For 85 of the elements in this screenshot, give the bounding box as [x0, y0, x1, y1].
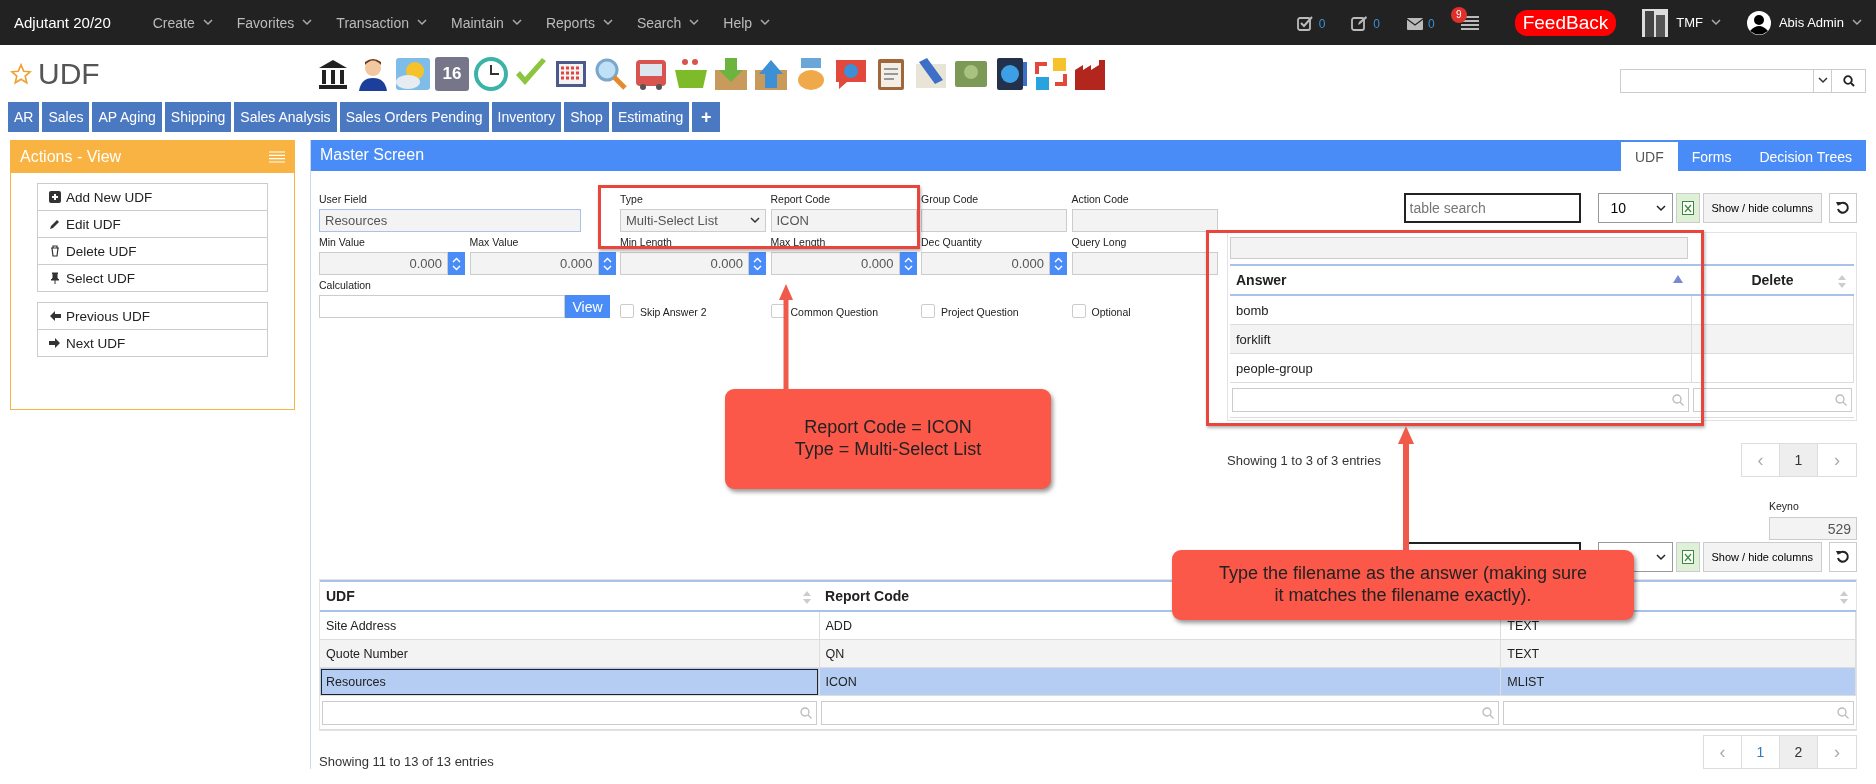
text-field[interactable]: ICON — [770, 209, 917, 232]
counter: 0 — [1428, 16, 1435, 31]
action-button[interactable]: Add New UDF — [37, 183, 268, 211]
menu-item[interactable]: Favorites — [236, 14, 313, 31]
text-field[interactable]: Resources — [319, 209, 581, 232]
table-cell: Resources — [320, 667, 820, 696]
menu-item[interactable]: Search — [636, 14, 700, 31]
field-label: Type — [620, 193, 644, 206]
number-field[interactable]: 0.000 — [770, 252, 900, 275]
action-button[interactable]: Edit UDF — [37, 210, 268, 238]
field-label: Group Code — [921, 193, 980, 206]
action-button[interactable]: Previous UDF — [37, 302, 268, 330]
page-title: UDF — [38, 56, 100, 91]
shortcut-tab[interactable]: Estimating — [611, 102, 690, 132]
field-label: Keyno — [1769, 500, 1800, 513]
counter: 0 — [1373, 16, 1380, 31]
column-header[interactable]: Answer — [1230, 265, 1692, 295]
field-label: Min Value — [319, 236, 366, 249]
table-cell: Quote Number — [320, 639, 820, 668]
action-button[interactable]: Next UDF — [37, 329, 268, 357]
shortcut-tab[interactable]: Inventory — [491, 102, 562, 132]
callout-tooltip: Type the filename as the answer (making sure it matches the filename exactly). — [1172, 550, 1634, 620]
column-header[interactable]: Delete — [1691, 265, 1854, 295]
checkbox-label: Common Question — [790, 306, 879, 318]
number-field[interactable]: 0.000 — [319, 252, 448, 275]
menu-item[interactable]: Maintain — [451, 14, 522, 31]
field-label: Max Value — [469, 236, 520, 249]
shortcut-tab[interactable]: Sales Analysis — [234, 102, 337, 132]
field-label: Max Length — [770, 236, 827, 249]
counter: 0 — [1318, 16, 1326, 31]
page-button[interactable]: 1 — [1780, 444, 1818, 476]
shortcut-tab[interactable]: Shipping — [164, 102, 232, 132]
table-cell: bomb — [1230, 295, 1692, 325]
column-header[interactable]: UDF — [320, 581, 820, 611]
number-field[interactable]: 0.000 — [921, 252, 1050, 275]
table-info: Showing 1 to 3 of 3 entries — [1227, 452, 1381, 468]
show-hide-columns-button[interactable]: Show / hide columns — [1702, 193, 1822, 223]
table-cell: TEXT — [1500, 639, 1856, 668]
table-cell: MLIST — [1500, 667, 1856, 696]
show-hide-columns-button[interactable]: Show / hide columns — [1702, 542, 1822, 572]
table-cell: forklift — [1230, 324, 1692, 354]
table-search-field[interactable]: table search — [1403, 193, 1581, 223]
table-info: Showing 11 to 13 of 13 entries — [319, 754, 494, 769]
field-label: User Field — [319, 193, 368, 206]
user-name[interactable]: Abis Admin — [1778, 15, 1844, 30]
page-button[interactable]: 2 — [1780, 736, 1818, 768]
checkbox-label: Skip Answer 2 — [640, 306, 707, 318]
shortcut-tab[interactable]: AR — [8, 102, 40, 132]
table-cell: people-group — [1230, 353, 1692, 383]
page-size-dropdown[interactable]: 10 — [1597, 193, 1673, 223]
company-name[interactable]: TMF — [1676, 15, 1703, 30]
table-cell: ICON — [819, 667, 1501, 696]
number-field[interactable]: 0.000 — [469, 252, 599, 275]
action-button[interactable]: Select UDF — [37, 264, 268, 292]
checkbox-label: Optional — [1091, 306, 1131, 318]
shortcut-tab[interactable]: AP Aging — [92, 102, 162, 132]
feedback-button[interactable]: FeedBack — [1514, 9, 1617, 36]
field-label: Dec Quantity — [921, 236, 983, 249]
menu-item[interactable]: Reports — [545, 14, 613, 31]
calendar-icon[interactable]: 16 — [435, 56, 469, 91]
table-cell: QN — [819, 639, 1501, 668]
panel-title: Actions - View — [20, 148, 122, 166]
menu-item[interactable]: Help — [723, 14, 771, 31]
checkbox-label: Project Question — [941, 306, 1019, 318]
field-label: Calculation — [319, 279, 372, 292]
app-title: Adjutant 20/20 — [14, 14, 111, 31]
field-label: Report Code — [770, 193, 832, 206]
shortcut-tab[interactable]: Sales Orders Pending — [339, 102, 489, 132]
tab[interactable]: UDF — [1620, 142, 1678, 171]
callout-tooltip: Report Code = ICON Type = Multi-Select List — [725, 389, 1051, 489]
menu-item[interactable]: Transaction — [336, 14, 427, 31]
field-label: Min Length — [620, 236, 673, 249]
panel-title: Master Screen — [319, 146, 425, 165]
field-label: Action Code — [1071, 193, 1130, 206]
notification-badge: 9 — [1450, 6, 1467, 23]
action-button[interactable]: Delete UDF — [37, 237, 268, 265]
add-tab-button[interactable]: + — [692, 102, 721, 132]
number-field[interactable]: 0.000 — [620, 252, 749, 275]
shortcut-tab[interactable]: Shop — [564, 102, 609, 132]
type-dropdown[interactable]: Multi-Select List — [620, 209, 766, 232]
table-cell: Site Address — [320, 611, 820, 640]
field-label: Query Long — [1071, 236, 1128, 249]
keyno-field[interactable]: 529 — [1769, 517, 1857, 540]
shortcut-tab[interactable]: Sales — [42, 102, 90, 132]
menu-item[interactable]: Create — [152, 14, 213, 31]
